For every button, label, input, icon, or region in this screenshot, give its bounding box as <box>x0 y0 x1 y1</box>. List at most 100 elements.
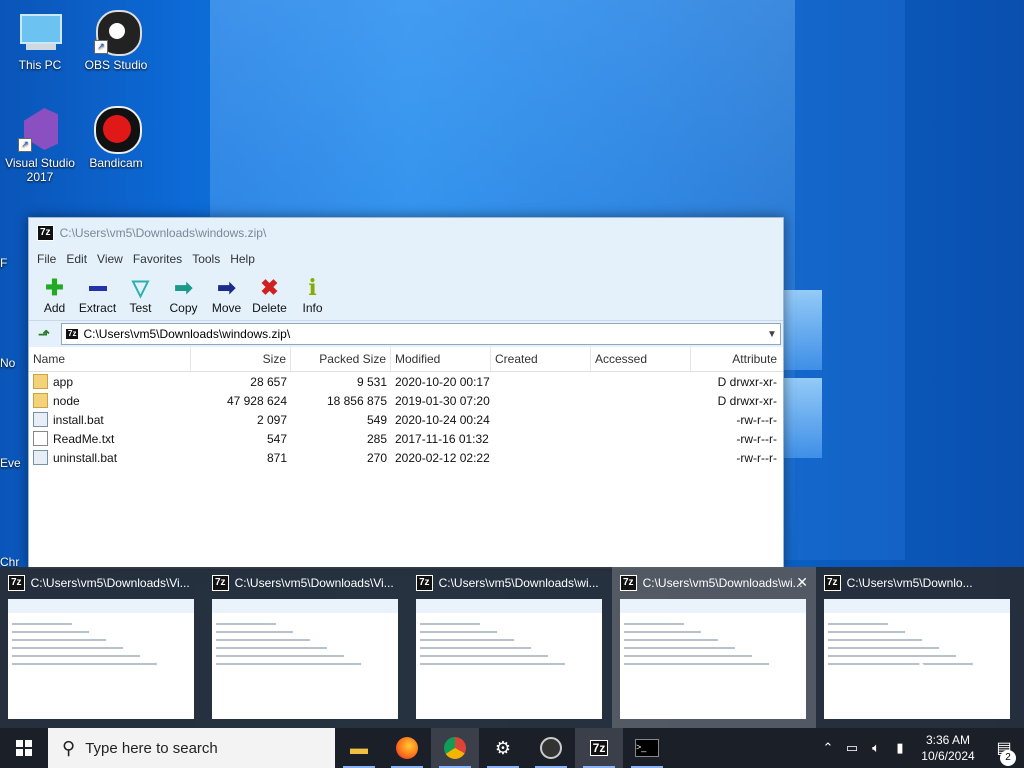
microphone-icon[interactable]: ▮ <box>888 740 912 756</box>
col-size[interactable]: Size <box>191 347 291 371</box>
menu-view[interactable]: View <box>92 252 128 266</box>
network-icon[interactable]: ▭ <box>840 740 864 756</box>
7zip-window[interactable]: 7z C:\Users\vm5\Downloads\windows.zip\ F… <box>28 217 784 569</box>
window-preview[interactable]: 7z C:\Users\vm5\Downlo... <box>816 567 1020 728</box>
taskbar-7zip[interactable]: 7z <box>575 728 623 768</box>
col-accessed[interactable]: Accessed <box>591 347 691 371</box>
visual-studio-icon: ↗ <box>16 106 64 154</box>
col-attribute[interactable]: Attribute <box>691 347 781 371</box>
desktop-icon-obs-studio[interactable]: ↗ OBS Studio <box>76 8 156 72</box>
thumbnail-line <box>216 655 344 657</box>
desktop-icon-this-pc[interactable]: This PC <box>0 8 80 72</box>
taskbar-firefox[interactable] <box>383 728 431 768</box>
file-attributes: -rw-r--r- <box>736 450 777 465</box>
extract-button[interactable]: Extract <box>76 275 119 320</box>
file-packed-size: 270 <box>366 450 387 465</box>
up-folder-icon[interactable]: ⬏ <box>33 323 55 345</box>
col-packed-size[interactable]: Packed Size <box>291 347 391 371</box>
system-tray: ⌃ ▭ 🔈︎ ▮ 3:36 AM 10/6/2024 ▤ 2 <box>816 728 1024 768</box>
taskbar-file-explorer[interactable]: ▬ <box>335 728 383 768</box>
start-button[interactable] <box>0 728 48 768</box>
thumbnail-line <box>420 647 531 649</box>
address-field[interactable]: 7z C:\Users\vm5\Downloads\windows.zip\ ▼ <box>61 323 781 345</box>
file-size: 28 657 <box>250 374 287 389</box>
chevron-down-icon[interactable]: ▼ <box>764 329 780 340</box>
file-row[interactable]: uninstall.bat 871 270 2020-02-12 02:22 -rw-r… <box>29 448 783 467</box>
search-placeholder: Type here to search <box>85 739 218 757</box>
delete-button[interactable]: ✖ Delete <box>248 275 291 320</box>
menu-favorites[interactable]: Favorites <box>128 252 187 266</box>
file-name-cell: install.bat <box>29 412 191 427</box>
thumbnail-line <box>420 631 497 633</box>
thumbnail-line <box>828 647 939 649</box>
toolbar: ✚ Add Extract ▽ Test ➡ Copy ➡ Move ✖ Del… <box>29 270 783 320</box>
menu-edit[interactable]: Edit <box>61 252 92 266</box>
file-packed-size: 9 531 <box>356 374 387 389</box>
7zip-icon: 7z <box>620 575 637 591</box>
file-row[interactable]: ReadMe.txt 547 285 2017-11-16 01:32 -rw-r--r… <box>29 429 783 448</box>
bandicam-icon <box>92 106 142 154</box>
menu-file[interactable]: File <box>32 252 61 266</box>
taskbar-obs[interactable] <box>527 728 575 768</box>
info-button[interactable]: i Info <box>291 275 334 320</box>
desktop-icon-visual-studio[interactable]: ↗ Visual Studio 2017 <box>0 106 80 184</box>
window-preview[interactable]: 7z C:\Users\vm5\Downloads\wi... ✕ <box>612 567 816 728</box>
window-preview[interactable]: 7z C:\Users\vm5\Downloads\wi... <box>408 567 612 728</box>
preview-title: C:\Users\vm5\Downloads\wi... <box>642 576 803 590</box>
title-bar[interactable]: 7z C:\Users\vm5\Downloads\windows.zip\ <box>29 218 783 248</box>
col-modified[interactable]: Modified <box>391 347 491 371</box>
close-icon[interactable]: ✕ <box>796 574 808 591</box>
col-name[interactable]: Name <box>29 347 191 371</box>
thumbnail-line <box>216 647 327 649</box>
window-preview[interactable]: 7z C:\Users\vm5\Downloads\Vi... <box>204 567 408 728</box>
desktop-icon-partial[interactable]: F <box>0 256 28 270</box>
x-icon: ✖ <box>260 275 279 300</box>
delete-label: Delete <box>252 301 287 315</box>
file-name-cell: app <box>29 374 191 389</box>
taskbar-preview-strip: 7z C:\Users\vm5\Downloads\Vi... 7z C:\User… <box>0 567 1024 728</box>
menu-help[interactable]: Help <box>225 252 260 266</box>
desktop-icon-bandicam[interactable]: Bandicam <box>76 106 156 170</box>
taskbar-terminal[interactable]: >_ <box>623 728 671 768</box>
desktop-icon-label: Bandicam <box>89 156 143 170</box>
file-size: 2 097 <box>256 412 287 427</box>
volume-icon[interactable]: 🔈︎ <box>864 740 888 756</box>
obs-icon: ↗ <box>92 8 142 56</box>
move-button[interactable]: ➡ Move <box>205 275 248 320</box>
test-button[interactable]: ▽ Test <box>119 275 162 320</box>
text-file-icon <box>33 431 48 446</box>
file-attributes: D drwxr-xr- <box>717 393 777 408</box>
file-row[interactable]: app 28 657 9 531 2020-10-20 00:17 D drwxr-xr… <box>29 372 783 391</box>
window-preview[interactable]: 7z C:\Users\vm5\Downloads\Vi... <box>0 567 204 728</box>
notification-button[interactable]: ▤ 2 <box>984 738 1024 766</box>
shortcut-arrow-icon: ↗ <box>94 40 108 54</box>
taskbar-settings[interactable]: ⚙ <box>479 728 527 768</box>
window-title: C:\Users\vm5\Downloads\windows.zip\ <box>59 226 267 240</box>
file-row[interactable]: node 47 928 624 18 856 875 2019-01-30 07:20… <box>29 391 783 410</box>
thumbnail-line <box>420 623 480 625</box>
thumbnail-line <box>624 655 752 657</box>
thumbnail-line <box>828 655 956 657</box>
search-box[interactable]: ⚲ Type here to search <box>48 728 335 768</box>
thumbnail-line <box>216 639 310 641</box>
address-bar: ⬏ 7z C:\Users\vm5\Downloads\windows.zip\… <box>29 320 783 347</box>
clock[interactable]: 3:36 AM 10/6/2024 <box>912 732 984 764</box>
wallpaper-light-beam <box>795 0 905 560</box>
taskbar-chrome[interactable] <box>431 728 479 768</box>
file-modified: 2020-10-24 00:24 <box>395 412 490 427</box>
batch-file-icon <box>33 450 48 465</box>
add-label: Add <box>43 301 66 315</box>
wallpaper-windows-logo <box>782 290 822 460</box>
copy-button[interactable]: ➡ Copy <box>162 275 205 320</box>
file-packed-size: 18 856 875 <box>326 393 387 408</box>
add-button[interactable]: ✚ Add <box>33 275 76 320</box>
desktop-icon-partial[interactable]: No <box>0 356 28 370</box>
menu-tools[interactable]: Tools <box>187 252 225 266</box>
file-row[interactable]: install.bat 2 097 549 2020-10-24 00:24 -rw-r… <box>29 410 783 429</box>
windows-icon <box>16 740 32 756</box>
col-created[interactable]: Created <box>491 347 591 371</box>
desktop-icon-partial[interactable]: Eve <box>0 456 28 470</box>
preview-thumbnail <box>416 599 602 719</box>
info-label: Info <box>302 301 323 315</box>
chevron-up-icon[interactable]: ⌃ <box>816 740 840 756</box>
